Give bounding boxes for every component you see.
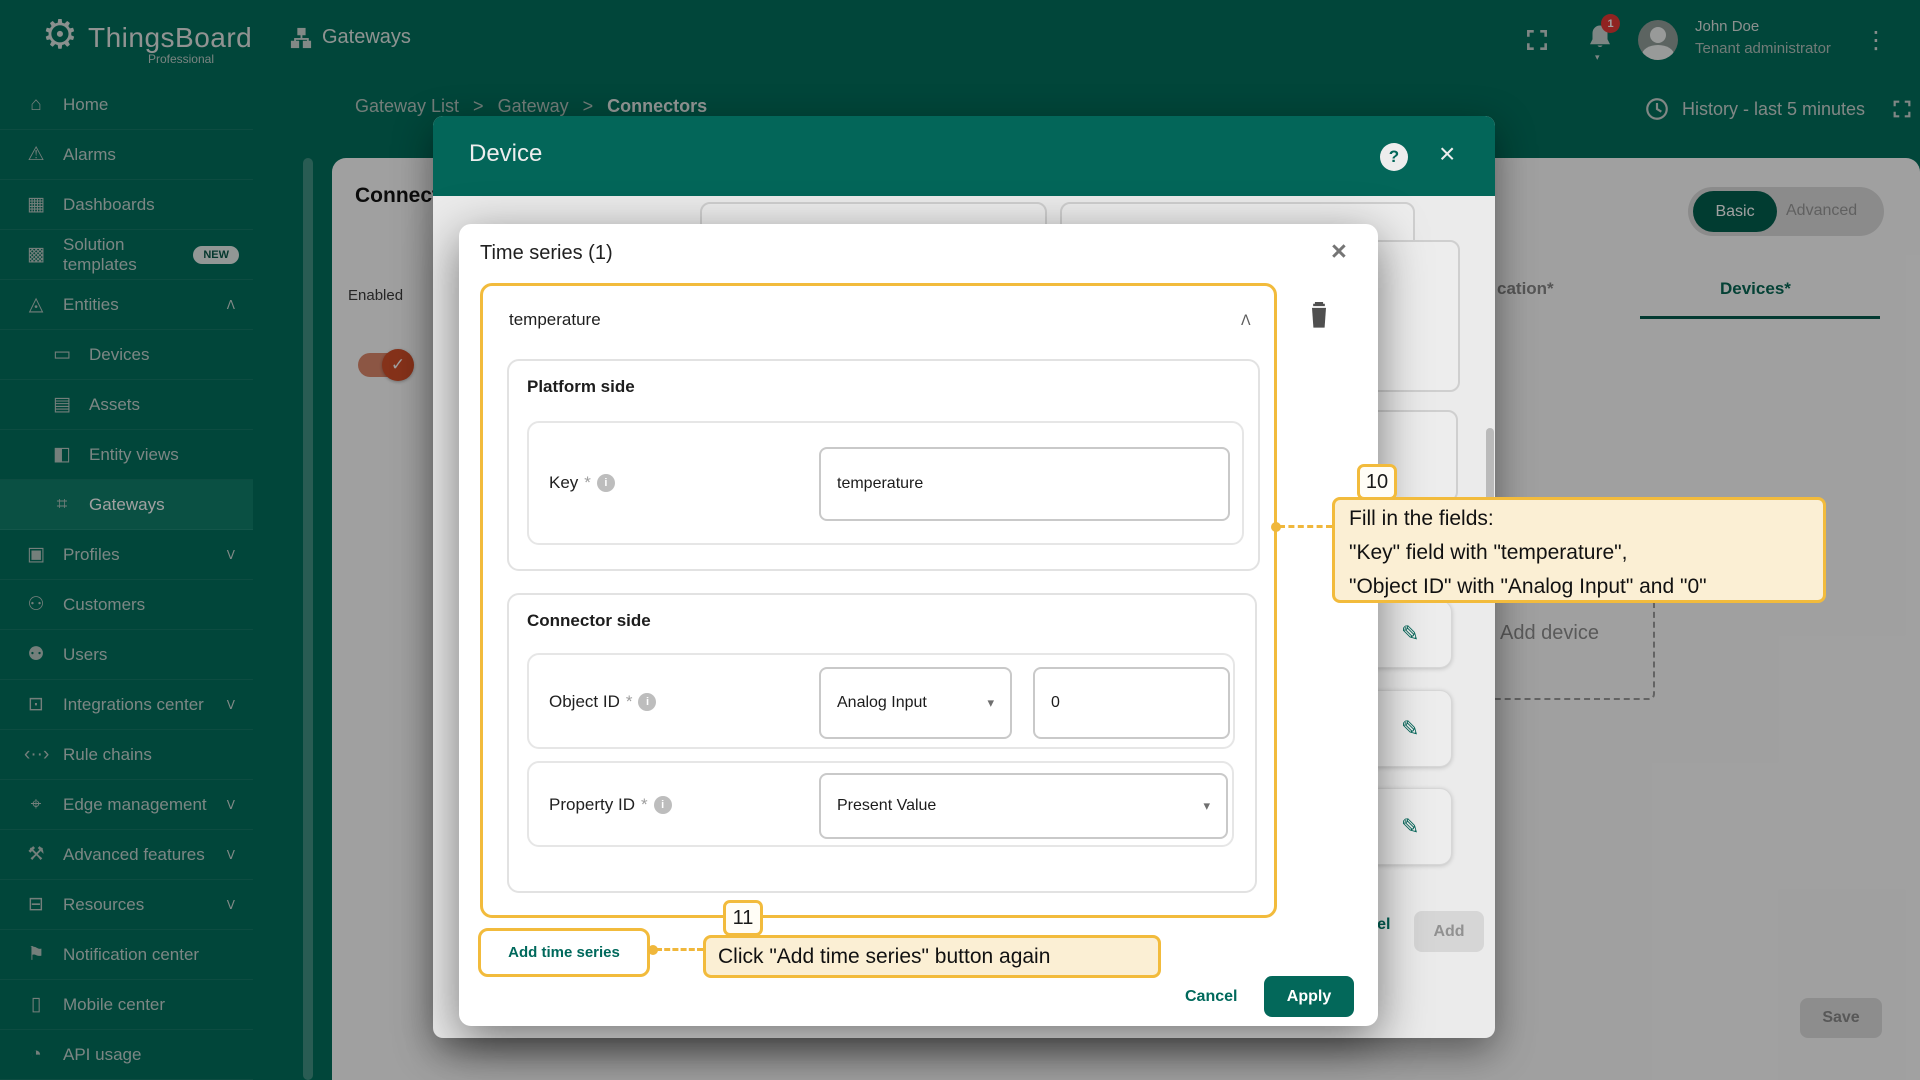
- step-10-callout: Fill in the fields: "Key" field with "te…: [1332, 497, 1826, 603]
- required-asterisk: *: [640, 795, 648, 814]
- info-icon[interactable]: i: [638, 693, 657, 711]
- close-icon[interactable]: ×: [1331, 236, 1347, 267]
- property-id-row: Property ID * i Present Value ▾: [527, 761, 1234, 847]
- object-id-number-value: 0: [1051, 694, 1060, 711]
- object-id-row: Object ID * i Analog Input ▾ 0: [527, 653, 1235, 749]
- connector-line-step11: [656, 948, 703, 951]
- dialog-apply-button[interactable]: Apply: [1264, 976, 1354, 1017]
- object-id-number-input[interactable]: 0: [1033, 667, 1230, 739]
- step-11-badge: 11: [723, 900, 763, 936]
- dialog-cancel-button[interactable]: Cancel: [1185, 988, 1237, 1006]
- info-icon[interactable]: i: [653, 796, 672, 814]
- step-10-badge: 10: [1357, 464, 1397, 500]
- object-type-select[interactable]: Analog Input ▾: [819, 667, 1012, 739]
- property-id-label: Property ID * i: [549, 795, 672, 815]
- step-11-callout: Click "Add time series" button again: [703, 935, 1161, 978]
- time-series-dialog: Time series (1) × temperature ᐱ Platform…: [459, 224, 1378, 1026]
- key-label-text: Key: [549, 473, 579, 492]
- dropdown-arrow-icon: ▾: [987, 695, 994, 710]
- platform-side-section: Platform side Key * i temperature: [507, 359, 1260, 571]
- time-series-expansion-panel: temperature ᐱ Platform side Key * i temp…: [480, 283, 1277, 918]
- step-10-line-3: "Object ID" with "Analog Input" and "0": [1349, 575, 1707, 598]
- object-type-value: Analog Input: [837, 694, 927, 711]
- dialog-title: Time series (1): [480, 242, 613, 264]
- connector-side-title: Connector side: [527, 611, 651, 630]
- key-input[interactable]: temperature: [819, 447, 1230, 521]
- property-id-label-text: Property ID: [549, 795, 635, 814]
- key-input-value: temperature: [837, 475, 924, 492]
- connector-side-section: Connector side Object ID * i Analog Inpu…: [507, 593, 1257, 893]
- required-asterisk: *: [584, 473, 591, 492]
- add-time-series-button[interactable]: Add time series: [508, 944, 620, 961]
- property-id-value: Present Value: [837, 797, 937, 814]
- delete-time-series-icon[interactable]: [1305, 300, 1333, 332]
- info-icon[interactable]: i: [596, 474, 615, 492]
- key-field-row: Key * i temperature: [527, 421, 1244, 545]
- key-label: Key * i: [549, 473, 615, 493]
- required-asterisk: *: [625, 692, 633, 711]
- object-id-label-text: Object ID: [549, 692, 620, 711]
- time-series-key-name: temperature: [509, 310, 601, 329]
- connector-line-step10: [1279, 525, 1332, 528]
- property-id-select[interactable]: Present Value ▾: [819, 773, 1228, 839]
- add-time-series-highlight: Add time series: [478, 928, 650, 977]
- step-10-line-2: "Key" field with "temperature",: [1349, 541, 1628, 564]
- dropdown-arrow-icon: ▾: [1203, 798, 1210, 813]
- step-11-text: Click "Add time series" button again: [718, 944, 1051, 968]
- platform-side-title: Platform side: [527, 377, 635, 396]
- step-10-line-1: Fill in the fields:: [1349, 507, 1494, 530]
- app-root: ⚙ ThingsBoard Professional Gateways 1 ▾ …: [0, 0, 1920, 1080]
- object-id-label: Object ID * i: [549, 692, 657, 712]
- collapse-chevron-icon[interactable]: ᐱ: [1241, 312, 1251, 329]
